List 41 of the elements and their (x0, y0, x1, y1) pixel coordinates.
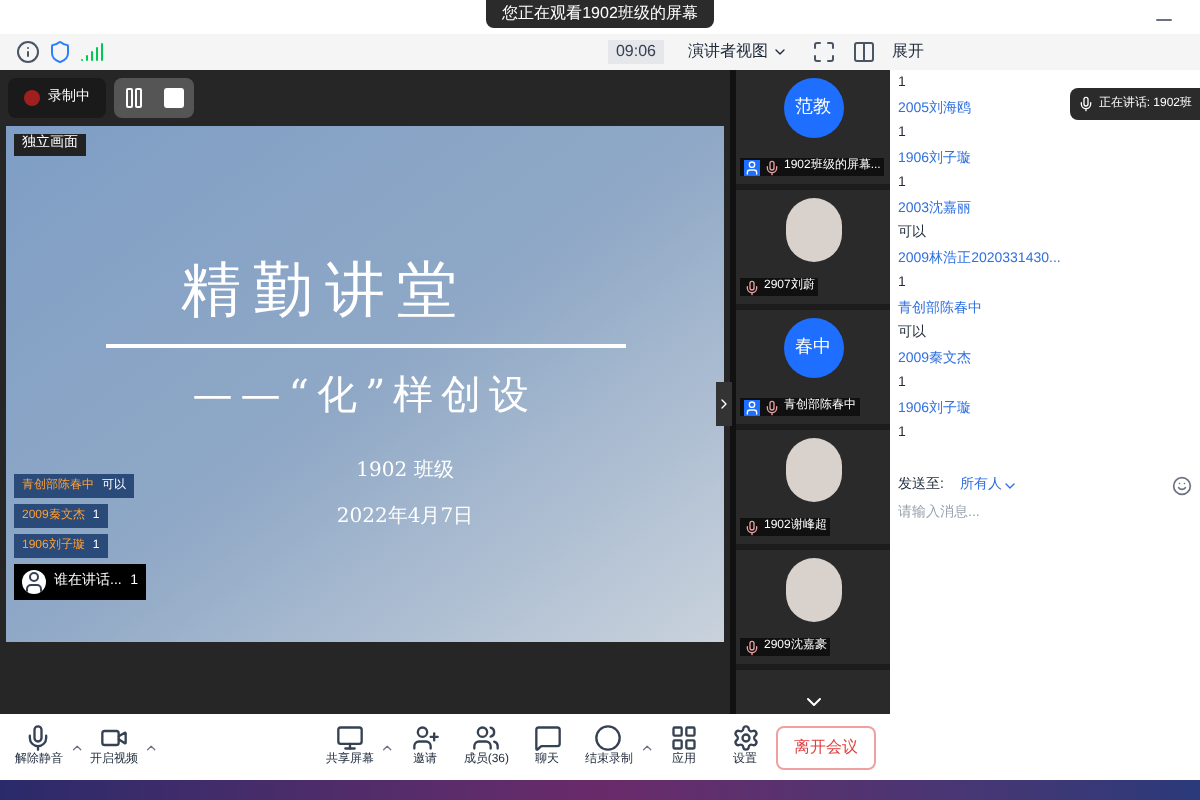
stop-button[interactable] (154, 78, 194, 118)
leave-meeting-button[interactable]: 离开会议 (776, 725, 876, 769)
mic-icon (1078, 96, 1095, 112)
pause-button[interactable] (114, 78, 154, 118)
record-icon (594, 724, 623, 752)
chat-icon (533, 724, 562, 752)
fullscreen-icon[interactable] (812, 40, 836, 64)
collapse-button[interactable] (716, 382, 732, 426)
mic-icon (764, 399, 780, 415)
view-dropdown[interactable]: 演讲者视图 (680, 40, 796, 64)
pause-icon (122, 86, 146, 110)
mic-icon (24, 724, 53, 752)
slide-title: 精勤讲堂 (181, 254, 469, 330)
caret-icon (772, 44, 788, 60)
mic-icon (744, 279, 760, 295)
video-icon (100, 724, 129, 752)
chevron-right-icon (716, 396, 732, 412)
expand-button[interactable]: 展开 (884, 40, 1184, 64)
signal-icon (80, 40, 104, 64)
settings-icon (731, 724, 760, 752)
members-icon (472, 724, 501, 752)
avatar-picture (785, 198, 841, 262)
apps-icon (670, 724, 699, 752)
shield-icon[interactable] (48, 40, 72, 64)
avatar-picture (785, 438, 841, 502)
mic-icon (744, 519, 760, 535)
notification-toast: 您正在观看1902班级的屏幕 (486, 0, 714, 28)
avatar-icon (22, 570, 46, 594)
invite-icon (411, 724, 440, 752)
slide-date: 2022年4月7日 (336, 504, 474, 532)
mic-icon (764, 159, 780, 175)
avatar-picture (785, 558, 841, 622)
slide-subtitle: ——“化”样创设 (192, 368, 538, 422)
info-icon[interactable] (16, 40, 40, 64)
slide-author: 1902 班级 (356, 457, 454, 486)
stop-icon (162, 86, 186, 110)
share-icon (335, 724, 364, 752)
sidebar-icon[interactable] (852, 40, 876, 64)
meeting-time: 09:06 (607, 40, 664, 64)
mic-icon (744, 639, 760, 655)
emoji-icon[interactable] (1172, 475, 1192, 496)
